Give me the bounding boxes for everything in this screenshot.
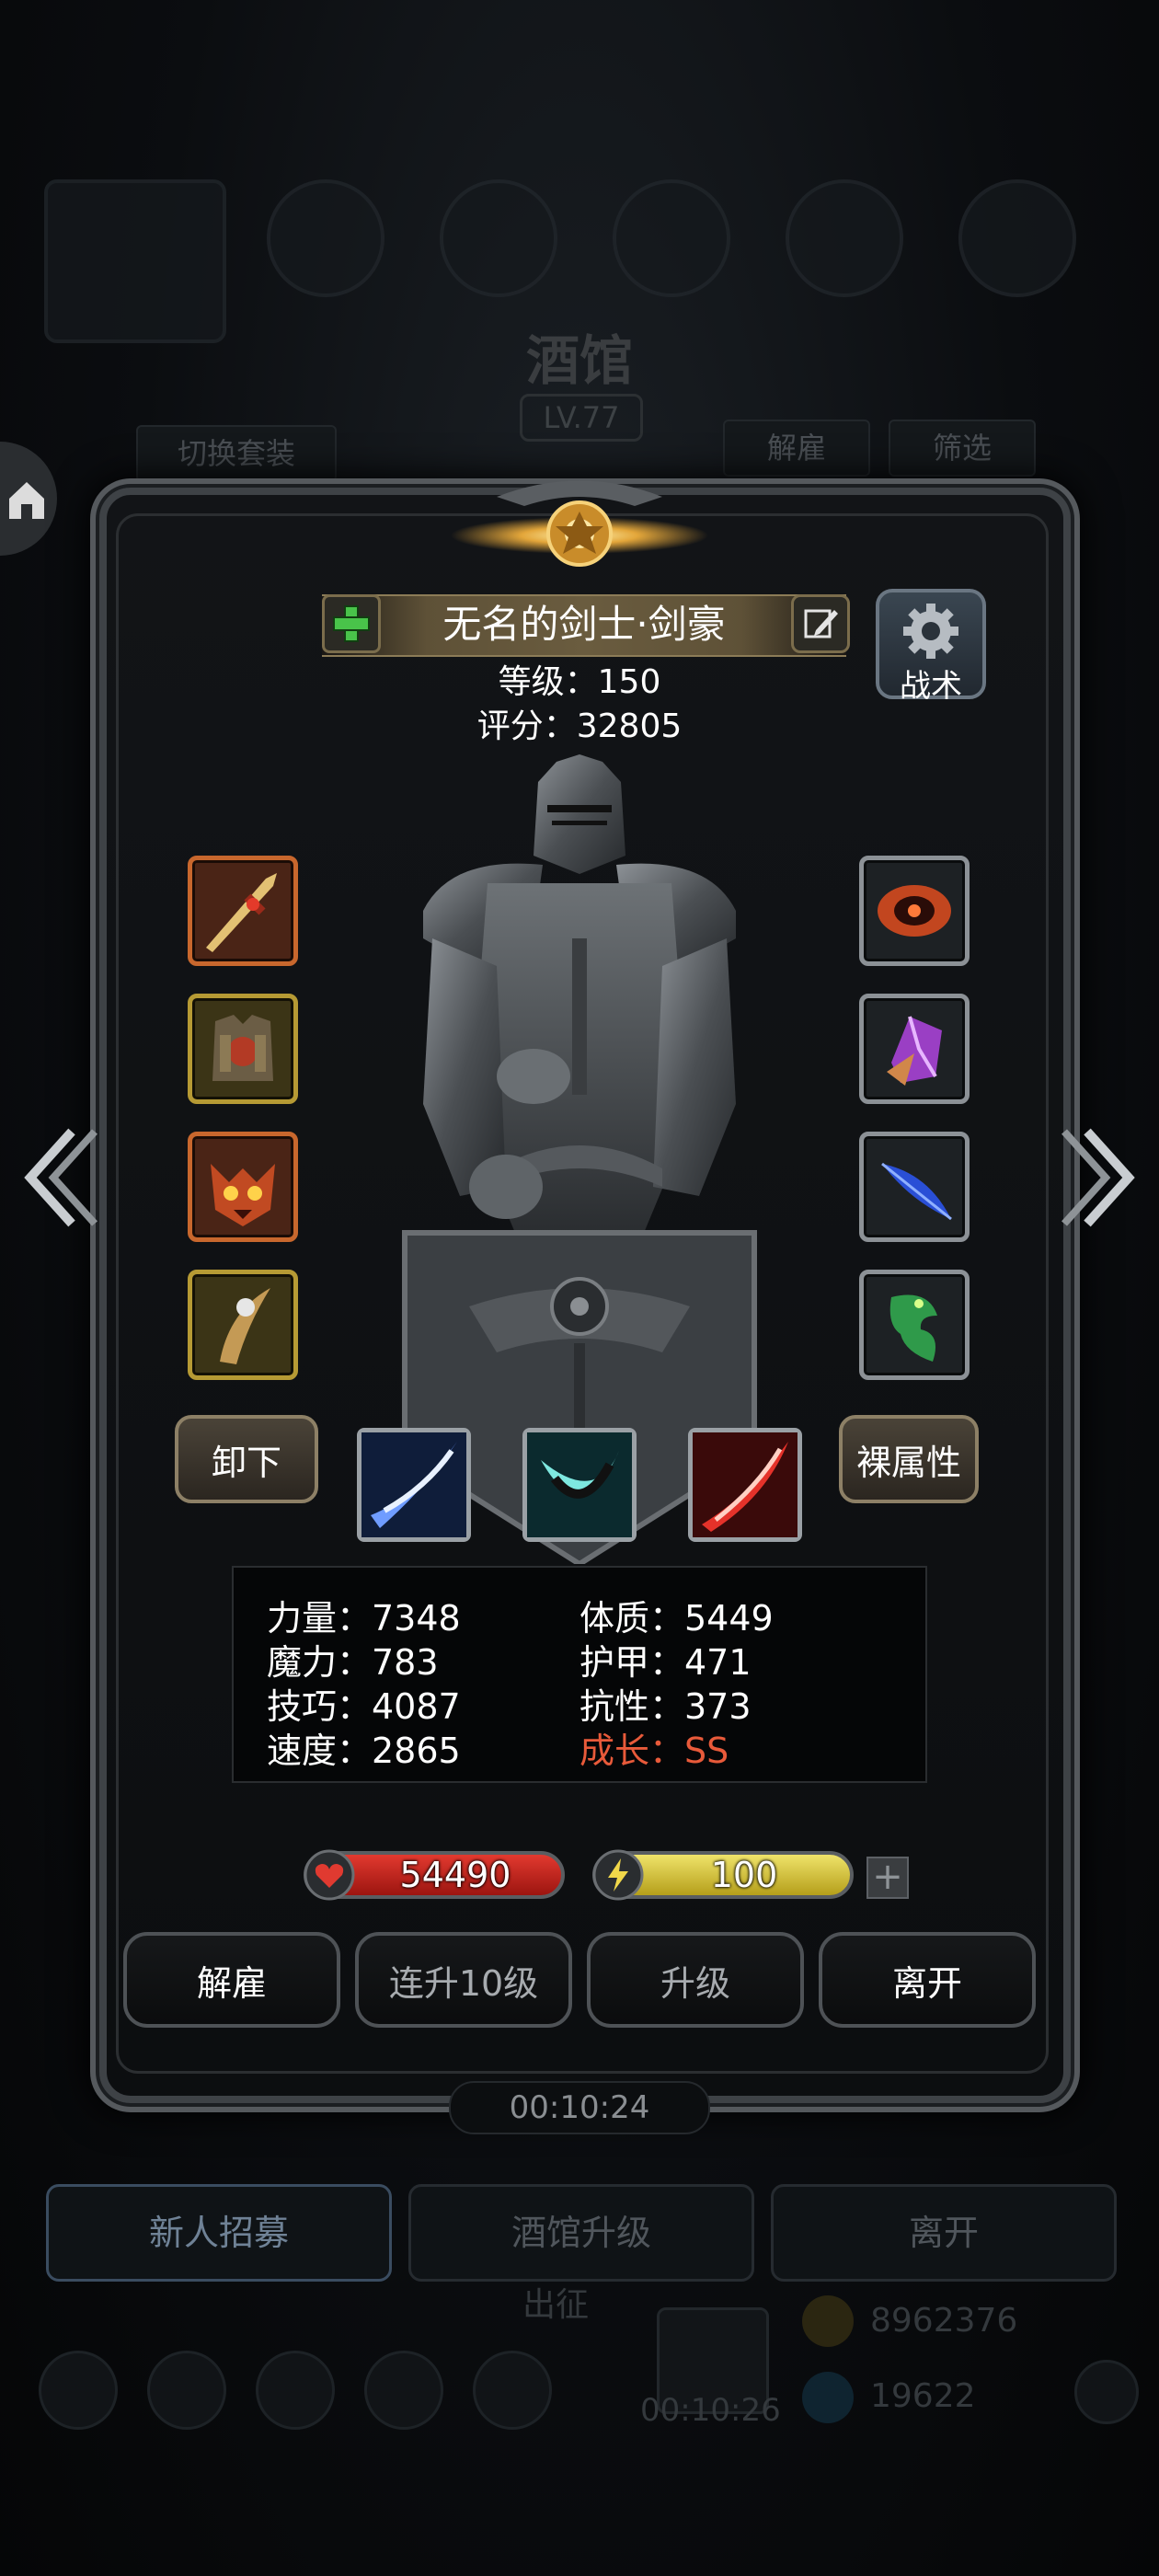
heart-icon — [304, 1849, 355, 1901]
skill-slot-1[interactable] — [357, 1428, 471, 1542]
attr-resistance: 抗性：373 — [580, 1686, 752, 1727]
next-hero-arrow-icon[interactable] — [1060, 1122, 1142, 1233]
attr-skill: 技巧：4087 — [267, 1686, 461, 1727]
tavern-title: 酒馆 — [525, 329, 633, 392]
attr-constitution: 体质：5449 — [580, 1598, 774, 1639]
bg-menu-icon — [256, 2351, 335, 2430]
bg-menu-icon — [473, 2351, 552, 2430]
bg-dismiss-button: 解雇 — [723, 420, 870, 477]
attr-speed: 速度：2865 — [267, 1731, 461, 1771]
coin-icon — [802, 2295, 854, 2347]
equip-slot-weapon[interactable] — [188, 856, 298, 966]
equip-slot-ring[interactable] — [859, 856, 970, 966]
previous-hero-arrow-icon[interactable] — [17, 1122, 99, 1233]
bg-coins: 8962376 — [870, 2302, 1018, 2340]
attr-growth: 成长：SS — [580, 1731, 729, 1771]
plus-icon — [333, 605, 370, 642]
attr-armor: 护甲：471 — [580, 1642, 752, 1683]
bg-tab-icon — [613, 179, 730, 297]
demon-helmet-icon — [211, 1164, 275, 1226]
bg-gems: 19622 — [870, 2377, 976, 2415]
equip-slot-accessory[interactable] — [188, 1270, 298, 1380]
attr-strength: 力量：7348 — [267, 1598, 461, 1639]
tactics-label: 战术 — [900, 668, 962, 705]
rename-button[interactable] — [791, 594, 850, 653]
blue-feather-icon — [881, 1162, 952, 1221]
gem-icon — [802, 2372, 854, 2423]
bg-tab-icon — [958, 179, 1076, 297]
equip-slot-feather[interactable] — [859, 1132, 970, 1242]
bg-menu-icon — [364, 2351, 443, 2430]
crest-emblem-icon — [451, 480, 708, 567]
green-dragon-icon — [889, 1294, 937, 1362]
horn-dagger-icon — [220, 1288, 270, 1364]
bg-menu-icon — [147, 2351, 226, 2430]
hero-level: 等级：150 — [498, 663, 661, 701]
bg-leave-button: 离开 — [771, 2184, 1117, 2282]
chest-armor-icon — [212, 1015, 273, 1081]
bg-timer: 00:10:26 — [640, 2392, 781, 2429]
bg-tab-icon — [786, 179, 903, 297]
leave-button[interactable]: 离开 — [819, 1932, 1036, 2028]
gear-icon — [903, 604, 958, 659]
equip-slot-amulet[interactable] — [859, 1270, 970, 1380]
bg-hero-portrait — [44, 179, 226, 343]
dismiss-button[interactable]: 解雇 — [123, 1932, 340, 2028]
cyan-crescent-icon — [527, 1432, 632, 1537]
blue-slash-icon — [361, 1432, 466, 1537]
equip-slot-armor[interactable] — [188, 994, 298, 1104]
pencil-icon — [804, 609, 838, 638]
purple-crystal-icon — [887, 1016, 942, 1086]
bg-upgrade-tavern-button: 酒馆升级 — [408, 2184, 754, 2282]
skill-slot-2[interactable] — [522, 1428, 637, 1542]
equip-slot-helmet[interactable] — [188, 1132, 298, 1242]
refresh-timer: 00:10:24 — [449, 2081, 710, 2134]
bg-recruit-button: 新人招募 — [46, 2184, 392, 2282]
hero-name: 无名的剑士·剑豪 — [442, 602, 726, 647]
red-slash-icon — [693, 1432, 798, 1537]
level-up-button[interactable]: 升级 — [587, 1932, 804, 2028]
sword-icon — [206, 873, 277, 952]
unequip-button[interactable]: 卸下 — [175, 1415, 318, 1503]
bg-tab-icon — [440, 179, 557, 297]
hp-value: 54490 — [399, 1855, 511, 1895]
fire-eye-icon — [878, 885, 951, 937]
hero-score: 评分：32805 — [476, 707, 683, 745]
skill-slot-3[interactable] — [688, 1428, 802, 1542]
tavern-level: LV.77 — [520, 394, 643, 442]
bg-menu-icon — [1074, 2360, 1139, 2424]
bare-attributes-button[interactable]: 裸属性 — [839, 1415, 979, 1503]
add-hero-button[interactable] — [322, 594, 381, 653]
house-icon — [9, 482, 44, 519]
bg-menu-icon — [39, 2351, 118, 2430]
equip-slot-gem[interactable] — [859, 994, 970, 1104]
bg-expedition-label: 出征 — [522, 2286, 590, 2324]
bg-tab-icon — [267, 179, 384, 297]
lightning-icon — [592, 1849, 644, 1901]
energy-value: 100 — [710, 1855, 778, 1895]
switch-outfit-button: 切换套装 — [136, 425, 337, 482]
bg-filter-button: 筛选 — [889, 420, 1036, 477]
attr-magic: 魔力：783 — [267, 1642, 439, 1683]
level-up-10-button[interactable]: 连升10级 — [355, 1932, 572, 2028]
add-energy-button[interactable]: + — [866, 1857, 909, 1899]
